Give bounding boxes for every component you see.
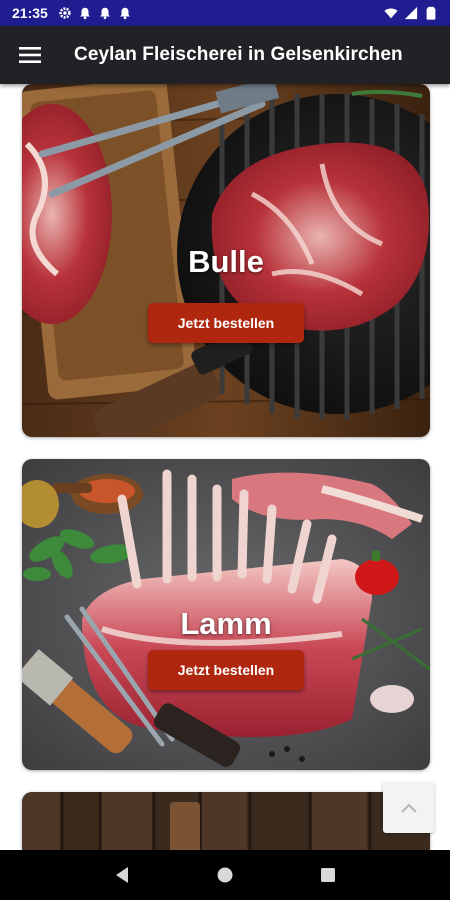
home-circle-icon <box>217 867 233 883</box>
scroll-top-button[interactable] <box>383 782 434 833</box>
app-bar: Ceylan Fleischerei in Gelsenkirchen <box>0 26 450 84</box>
chevron-up-icon <box>400 802 417 813</box>
hamburger-menu-icon <box>19 47 41 63</box>
nav-back-button[interactable] <box>102 855 142 895</box>
wood-background-image <box>22 792 430 850</box>
order-button[interactable]: Jetzt bestellen <box>148 303 304 343</box>
menu-button[interactable] <box>0 26 60 84</box>
gear-icon <box>59 7 71 19</box>
system-nav-bar <box>0 850 450 900</box>
app-title: Ceylan Fleischerei in Gelsenkirchen <box>74 44 403 65</box>
battery-icon <box>426 6 436 20</box>
product-card-lamm[interactable]: Lamm Jetzt bestellen <box>22 459 430 770</box>
nav-home-button[interactable] <box>205 855 245 895</box>
order-button[interactable]: Jetzt bestellen <box>148 650 304 690</box>
product-card-bulle[interactable]: Bulle Jetzt bestellen <box>22 84 430 437</box>
signal-icon <box>404 6 418 20</box>
wifi-icon <box>384 8 398 19</box>
bell-icon <box>80 7 90 20</box>
status-time: 21:35 <box>12 5 48 21</box>
recents-square-icon <box>321 868 336 882</box>
back-triangle-icon <box>115 867 128 883</box>
product-card-partial[interactable] <box>22 792 430 850</box>
bell-icon <box>100 7 110 20</box>
content-area: Bulle Jetzt bestellen Lamm Jetzt bestell… <box>0 84 450 850</box>
card-title: Lamm <box>180 606 272 641</box>
nav-recents-button[interactable] <box>308 855 348 895</box>
status-bar: 21:35 <box>0 0 450 26</box>
card-title: Bulle <box>188 244 264 279</box>
bell-icon <box>120 7 130 20</box>
